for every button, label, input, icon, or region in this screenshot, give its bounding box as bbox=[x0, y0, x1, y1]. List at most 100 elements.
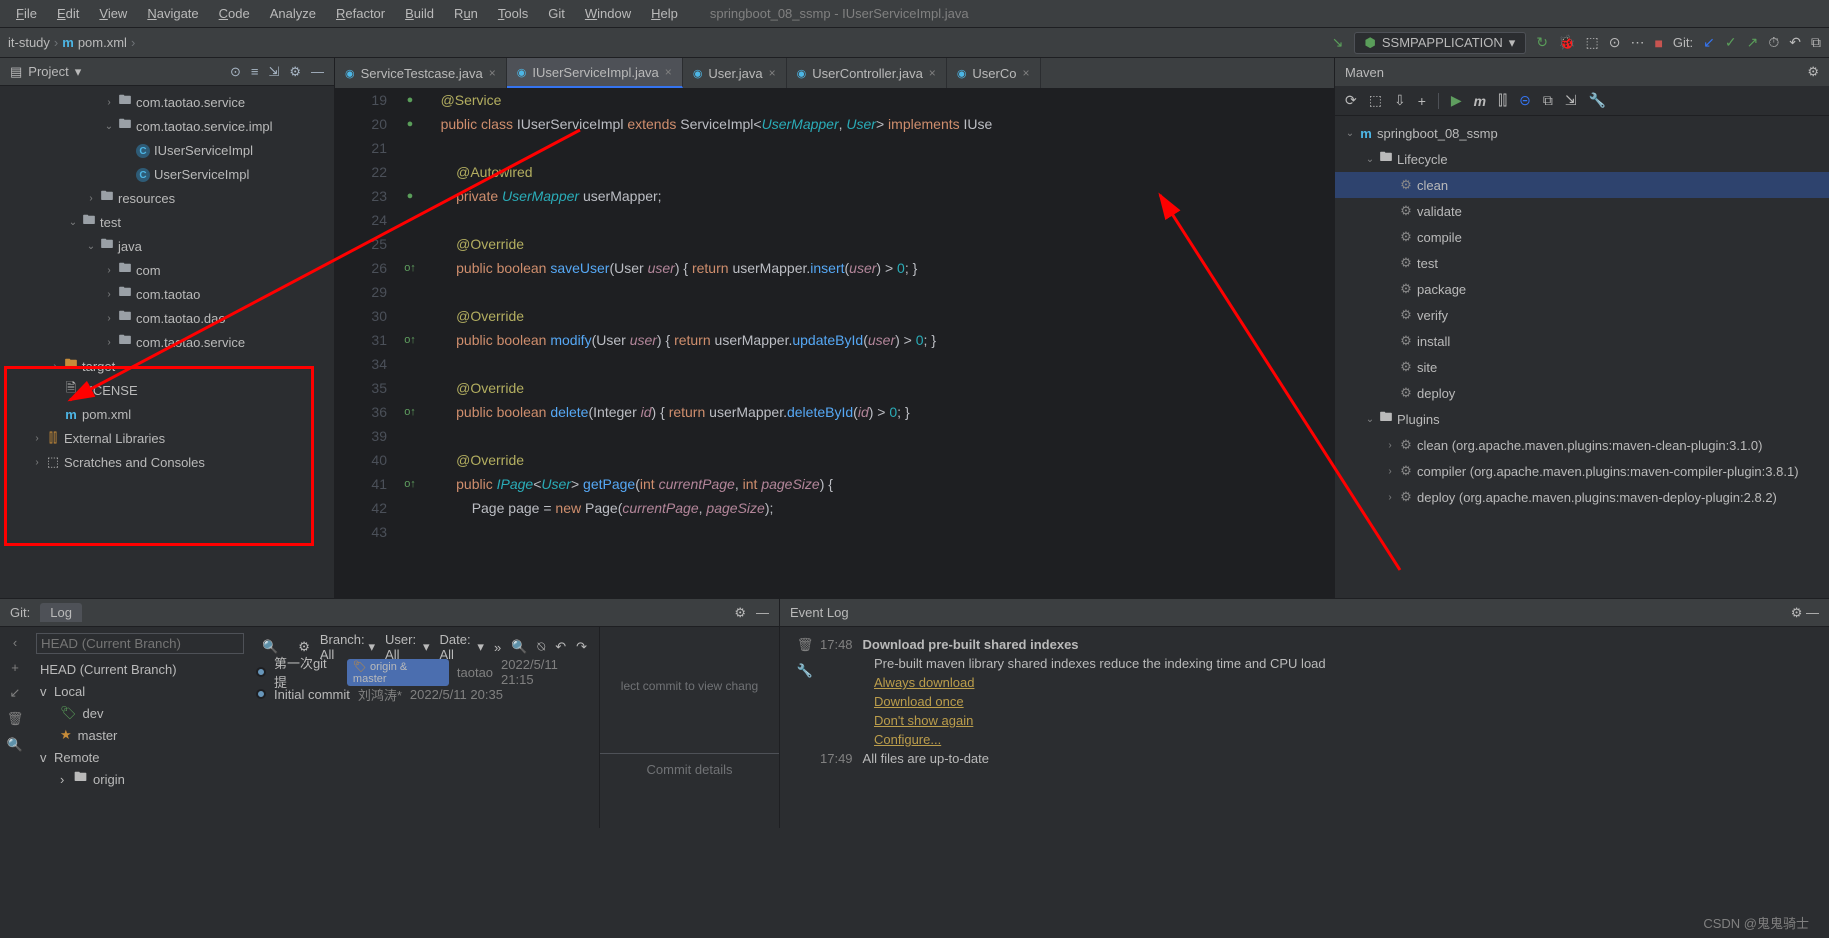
debug-icon[interactable]: 🐞 bbox=[1558, 34, 1575, 51]
code-line-29[interactable]: 29 bbox=[335, 280, 1334, 304]
code-line-20[interactable]: 20● public class IUserServiceImpl extend… bbox=[335, 112, 1334, 136]
editor-tab-UserController-java[interactable]: ◉UserController.java× bbox=[787, 58, 947, 88]
hide-icon[interactable]: — bbox=[311, 64, 324, 80]
project-title[interactable]: Project bbox=[28, 64, 68, 79]
filter-user[interactable]: User: All▾ bbox=[385, 632, 429, 662]
maven-item-deploy[interactable]: ›⚙deploy (org.apache.maven.plugins:maven… bbox=[1335, 484, 1829, 510]
tree-item-scratches-and-consoles[interactable]: ›⬚Scratches and Consoles bbox=[0, 450, 334, 474]
run-maven-icon[interactable]: ▶ bbox=[1451, 92, 1462, 109]
code-line-42[interactable]: 42 Page page = new Page(currentPage, pag… bbox=[335, 496, 1334, 520]
tree-item-pom-xml[interactable]: mpom.xml bbox=[0, 402, 334, 426]
maven-item-compiler[interactable]: ›⚙compiler (org.apache.maven.plugins:mav… bbox=[1335, 458, 1829, 484]
override-icon[interactable]: o↑ bbox=[404, 262, 416, 274]
tree-item-com-taotao-service[interactable]: ›🖿com.taotao.service bbox=[0, 330, 334, 354]
maven-item-site[interactable]: ⚙site bbox=[1335, 354, 1829, 380]
expand-arrow-icon[interactable]: ⌄ bbox=[1363, 414, 1377, 425]
event-link[interactable]: Don't show again bbox=[874, 713, 973, 728]
profile-icon[interactable]: ⊙ bbox=[1609, 34, 1621, 51]
breadcrumb-file[interactable]: pom.xml bbox=[78, 35, 127, 50]
hide-icon[interactable]: — bbox=[1806, 605, 1819, 620]
branch-group-remote[interactable]: vRemote bbox=[36, 746, 244, 768]
code-line-39[interactable]: 39 bbox=[335, 424, 1334, 448]
code-line-43[interactable]: 43 bbox=[335, 520, 1334, 544]
menu-edit[interactable]: Edit bbox=[49, 4, 87, 23]
branch-search-input[interactable] bbox=[36, 633, 244, 654]
git-commit-icon[interactable]: ✓ bbox=[1725, 34, 1737, 51]
maven-item-clean[interactable]: ›⚙clean (org.apache.maven.plugins:maven-… bbox=[1335, 432, 1829, 458]
filter-search2-icon[interactable]: 🔍 bbox=[511, 639, 527, 655]
close-icon[interactable]: × bbox=[489, 66, 496, 80]
git-rollback-icon[interactable]: ↶ bbox=[1789, 34, 1801, 51]
chevron-down-icon[interactable]: ▾ bbox=[75, 64, 82, 80]
filter-more-icon[interactable]: » bbox=[494, 640, 501, 655]
commit-row[interactable]: 第一次git提🏷 origin & mastertaotao2022/5/11 … bbox=[256, 661, 593, 683]
maven-item-package[interactable]: ⚙package bbox=[1335, 276, 1829, 302]
tree-item-external-libraries[interactable]: ›⫿⫿External Libraries bbox=[0, 426, 334, 450]
tree-item-test[interactable]: ⌄🖿test bbox=[0, 210, 334, 234]
code-line-25[interactable]: 25 @Override bbox=[335, 232, 1334, 256]
download-icon[interactable]: ⇩ bbox=[1394, 92, 1406, 109]
code-line-19[interactable]: 19● @Service bbox=[335, 88, 1334, 112]
menu-navigate[interactable]: Navigate bbox=[139, 4, 206, 23]
editor-tab-IUserServiceImpl-java[interactable]: ◉IUserServiceImpl.java× bbox=[507, 58, 683, 88]
add-icon[interactable]: + bbox=[1418, 93, 1426, 109]
expand-arrow-icon[interactable]: › bbox=[1383, 492, 1397, 503]
expand-arrow-icon[interactable]: ⌄ bbox=[1343, 128, 1357, 139]
coverage-icon[interactable]: ⬚ bbox=[1585, 34, 1598, 51]
checkout-icon[interactable]: ↙ bbox=[10, 685, 21, 701]
hide-icon[interactable]: — bbox=[756, 605, 769, 620]
close-icon[interactable]: × bbox=[665, 65, 672, 79]
cherry-pick-icon[interactable]: ⍉ bbox=[537, 639, 545, 655]
back-icon[interactable]: ‹ bbox=[13, 635, 17, 650]
menu-code[interactable]: Code bbox=[211, 4, 258, 23]
code-line-31[interactable]: 31o↑ public boolean modify(User user) { … bbox=[335, 328, 1334, 352]
tree-item-target[interactable]: ›🖿target bbox=[0, 354, 334, 378]
tree-item-com[interactable]: ›🖿com bbox=[0, 258, 334, 282]
gear-icon[interactable]: ⚙ bbox=[1807, 64, 1819, 80]
code-line-36[interactable]: 36o↑ public boolean delete(Integer id) {… bbox=[335, 400, 1334, 424]
select-opened-icon[interactable]: ⊙ bbox=[230, 64, 241, 80]
branch-head[interactable]: HEAD (Current Branch) bbox=[36, 658, 244, 680]
add-icon[interactable]: + bbox=[11, 660, 19, 675]
code-line-34[interactable]: 34 bbox=[335, 352, 1334, 376]
event-link[interactable]: Always download bbox=[874, 675, 974, 690]
filter-date[interactable]: Date: All▾ bbox=[439, 632, 483, 662]
maven-item-install[interactable]: ⚙install bbox=[1335, 328, 1829, 354]
toggle-offline-icon[interactable]: ⊝ bbox=[1519, 92, 1531, 109]
editor-tab-ServiceTestcase-java[interactable]: ◉ServiceTestcase.java× bbox=[335, 58, 507, 88]
expand-arrow-icon[interactable]: › bbox=[1383, 440, 1397, 451]
expand-all-icon[interactable]: ≡ bbox=[251, 64, 259, 80]
maven-item-plugins[interactable]: ⌄🖿Plugins bbox=[1335, 406, 1829, 432]
override-icon[interactable]: o↑ bbox=[404, 334, 416, 346]
tree-item-resources[interactable]: ›🖿resources bbox=[0, 186, 334, 210]
code-line-22[interactable]: 22 @Autowired bbox=[335, 160, 1334, 184]
usage-icon[interactable]: ● bbox=[407, 118, 414, 130]
hammer-icon[interactable]: ↘ bbox=[1332, 34, 1344, 51]
branch-master[interactable]: ★master bbox=[36, 724, 244, 746]
expand-arrow-icon[interactable]: › bbox=[30, 433, 44, 444]
gear-icon[interactable]: ⚙ bbox=[1791, 605, 1803, 620]
expand-arrow-icon[interactable]: › bbox=[30, 457, 44, 468]
override-icon[interactable]: o↑ bbox=[404, 478, 416, 490]
event-link[interactable]: Download once bbox=[874, 694, 964, 709]
expand-arrow-icon[interactable]: › bbox=[48, 361, 62, 372]
expand-arrow-icon[interactable]: ⌄ bbox=[102, 121, 116, 132]
code-line-40[interactable]: 40 @Override bbox=[335, 448, 1334, 472]
maven-m-icon[interactable]: m bbox=[1474, 93, 1486, 109]
breadcrumb-root[interactable]: it-study bbox=[8, 35, 50, 50]
maven-item-validate[interactable]: ⚙validate bbox=[1335, 198, 1829, 224]
branch-dev[interactable]: 🏷dev bbox=[36, 702, 244, 724]
close-icon[interactable]: × bbox=[769, 66, 776, 80]
undo-icon[interactable]: ↶ bbox=[555, 639, 566, 655]
expand-arrow-icon[interactable]: › bbox=[102, 313, 116, 324]
code-line-23[interactable]: 23● private UserMapper userMapper; bbox=[335, 184, 1334, 208]
maven-item-compile[interactable]: ⚙compile bbox=[1335, 224, 1829, 250]
git-push-icon[interactable]: ↗ bbox=[1747, 34, 1759, 51]
expand-arrow-icon[interactable]: › bbox=[84, 193, 98, 204]
maven-item-verify[interactable]: ⚙verify bbox=[1335, 302, 1829, 328]
maven-item-test[interactable]: ⚙test bbox=[1335, 250, 1829, 276]
git-history-icon[interactable]: ⏱ bbox=[1768, 34, 1779, 51]
maven-item-springboot-08-ssmp[interactable]: ⌄mspringboot_08_ssmp bbox=[1335, 120, 1829, 146]
code-line-26[interactable]: 26o↑ public boolean saveUser(User user) … bbox=[335, 256, 1334, 280]
show-dependencies-icon[interactable]: ⧉ bbox=[1543, 92, 1553, 109]
